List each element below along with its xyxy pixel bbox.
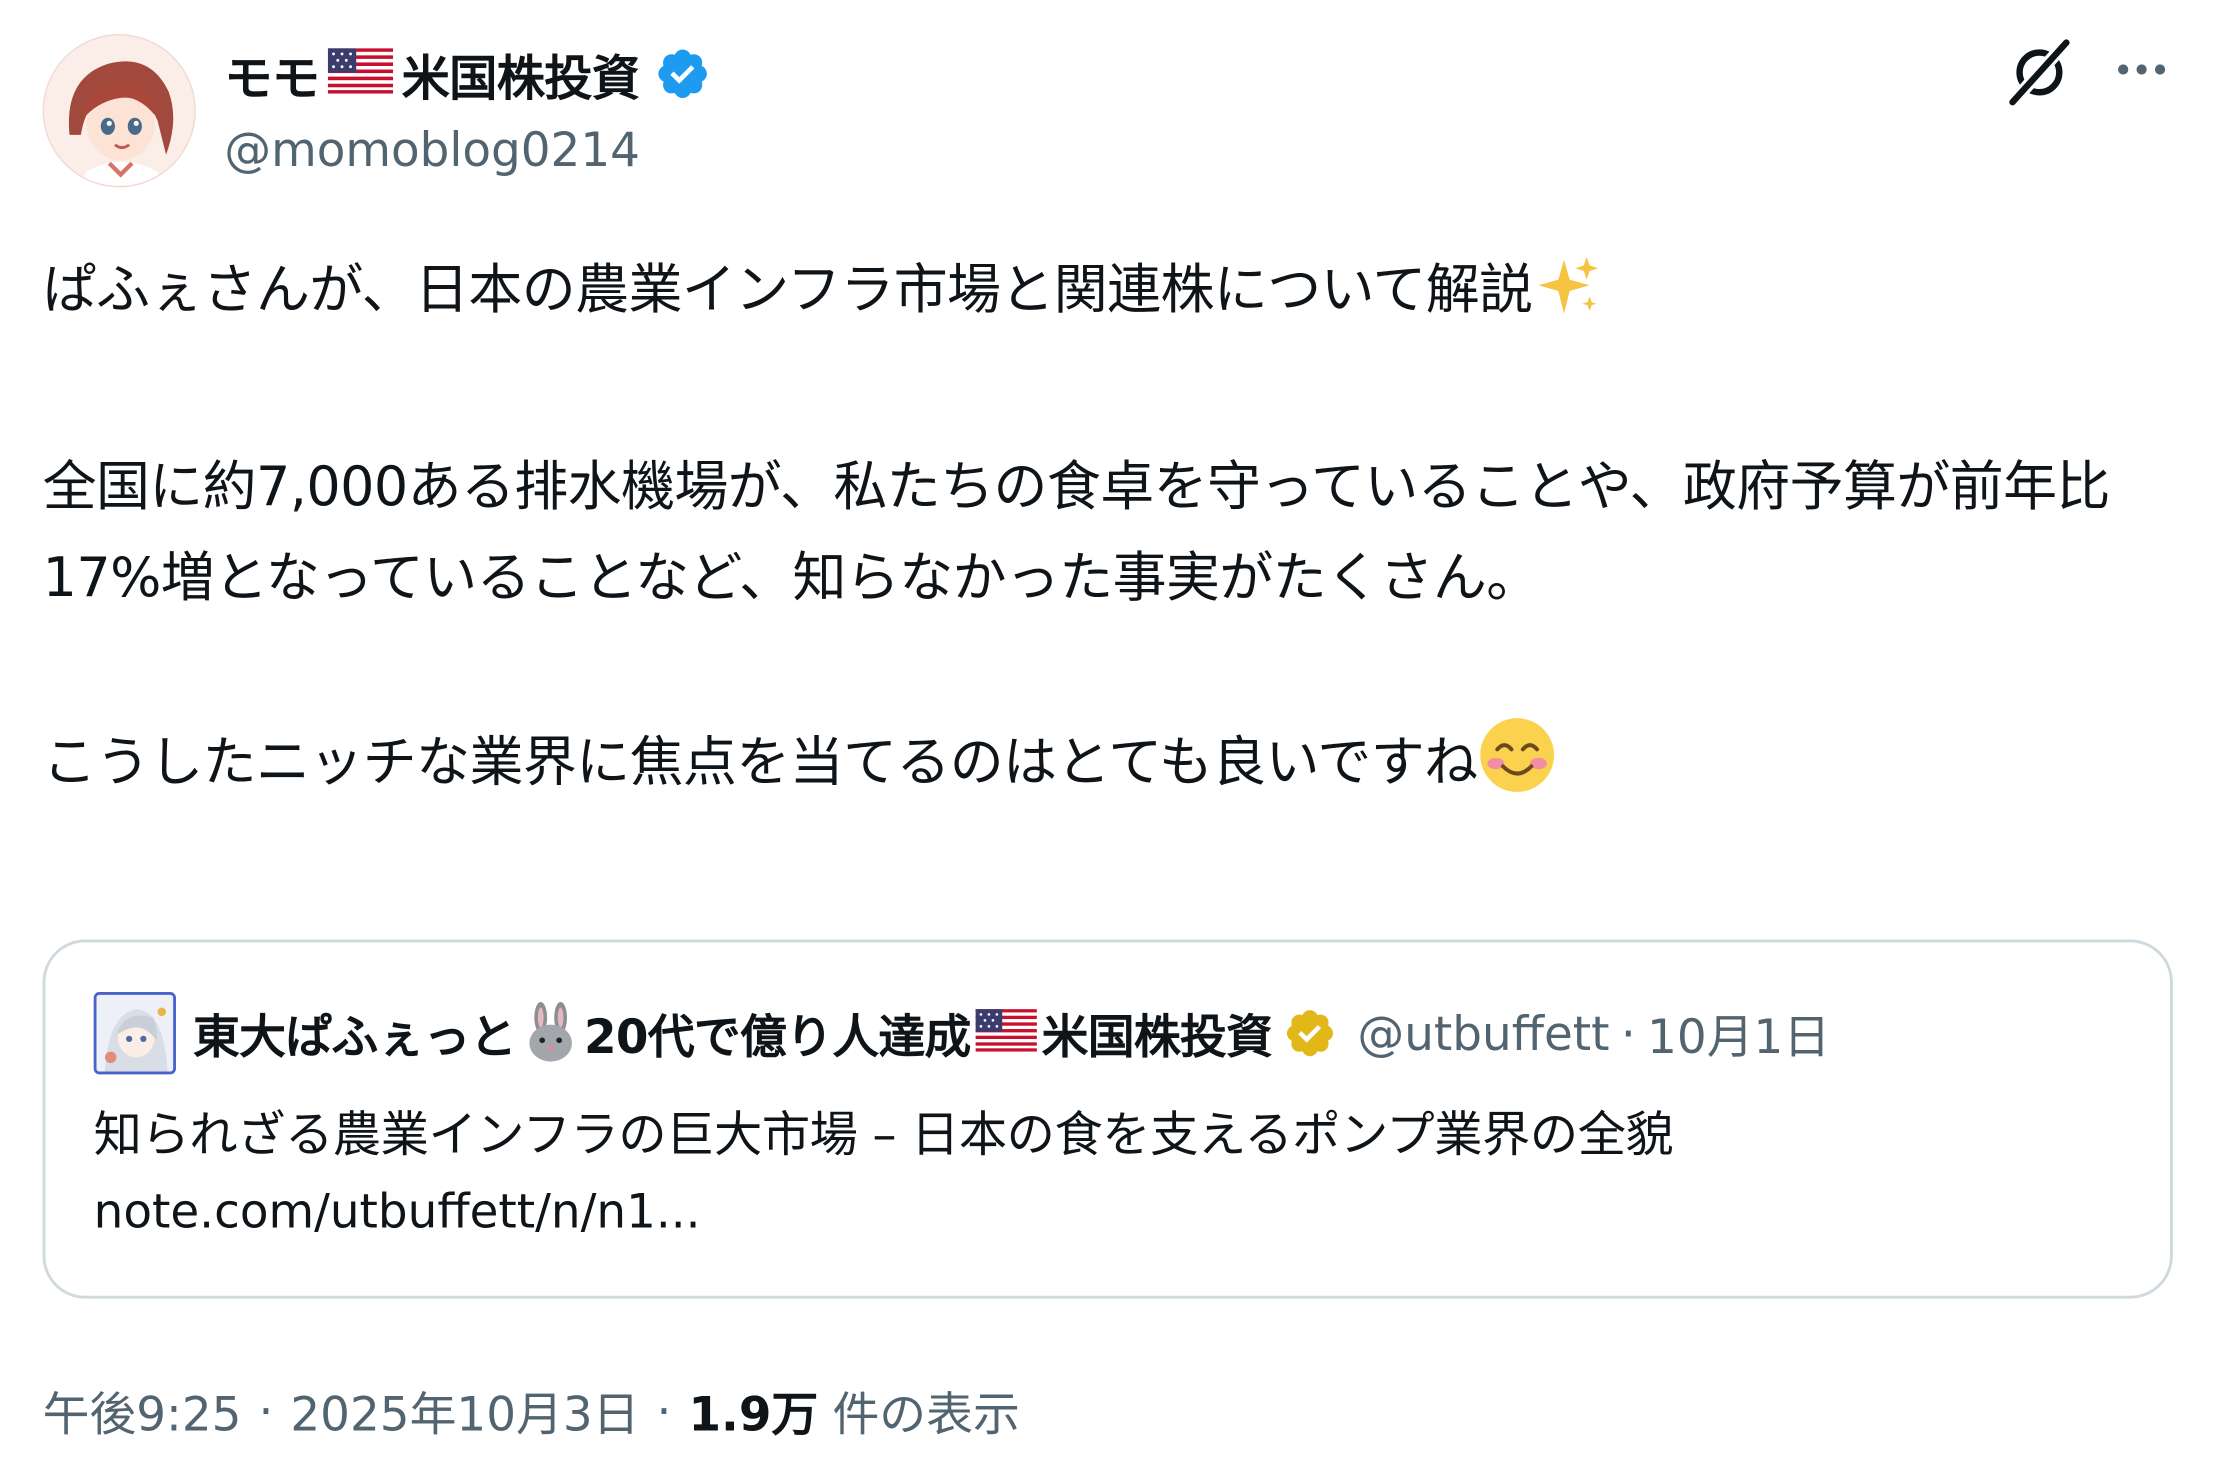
tweet-meta: 午後9:25 · 2025年10月3日 · 1.9万 件の表示 xyxy=(43,1371,1020,1450)
verified-badge-icon[interactable] xyxy=(654,45,711,102)
tweet-container: モモ 米国株投資 @momoblog0214 ぱふぇさんが、日本の農業インフラ市… xyxy=(0,0,2214,1473)
tweet-line-1: ぱふぇさんが、日本の農業インフラ市場と関連株について解説 xyxy=(43,244,2143,350)
us-flag-icon xyxy=(975,1009,1037,1057)
quote-header: 東大ぱふぇっと 20代で億り人達成 米国株投資 @utbuffett · 10月… xyxy=(93,988,1830,1079)
quoted-tweet-card[interactable]: 東大ぱふぇっと 20代で億り人達成 米国株投資 @utbuffett · 10月… xyxy=(42,939,2173,1299)
quote-author-handle: @utbuffett xyxy=(1357,1005,1610,1061)
tweet-date[interactable]: 2025年10月3日 xyxy=(290,1377,639,1445)
tweet-text: ぱふぇさんが、日本の農業インフラ市場と関連株について解説 全国に約7,000ある… xyxy=(43,244,2143,822)
quote-author-name-3: 米国株投資 xyxy=(1041,1009,1273,1065)
quote-author-name-2: 20代で億り人達成 xyxy=(584,1009,971,1065)
us-flag-icon xyxy=(327,48,394,99)
views-label: 件の表示 xyxy=(832,1386,1020,1442)
tweet-paragraph-2: 全国に約7,000ある排水機場が、私たちの食卓を守っていることや、政府予算が前年… xyxy=(42,454,2111,609)
quote-link[interactable]: note.com/utbuffett/n/n1... xyxy=(94,1184,701,1239)
quote-text-title: 知られざる農業インフラの巨大市場 – 日本の食を支えるポンプ業界の全貌 xyxy=(93,1106,1674,1164)
rabbit-emoji xyxy=(519,1001,581,1064)
author-name-row[interactable]: モモ 米国株投資 xyxy=(224,40,710,108)
grok-icon[interactable] xyxy=(2004,37,2075,108)
author-display-name: モモ xyxy=(224,50,320,108)
sparkles-emoji xyxy=(1532,251,1603,350)
tweet-time[interactable]: 午後9:25 xyxy=(43,1377,242,1445)
avatar-illustration xyxy=(44,35,195,186)
meta-separator: · xyxy=(258,1383,274,1439)
author-handle[interactable]: @momoblog0214 xyxy=(224,122,640,177)
author-avatar[interactable] xyxy=(42,34,196,188)
quote-author-name-1: 東大ぱふぇっと xyxy=(193,1009,517,1065)
meta-separator: · xyxy=(656,1383,672,1439)
author-display-name-suffix: 米国株投資 xyxy=(401,50,640,108)
gold-verified-badge-icon[interactable] xyxy=(1284,1006,1338,1060)
quote-author-avatar[interactable] xyxy=(93,992,176,1075)
more-icon[interactable] xyxy=(2109,37,2174,102)
quote-date[interactable]: 10月1日 xyxy=(1647,999,1830,1067)
smiling-face-emoji xyxy=(1477,715,1556,822)
tweet-paragraph-3: こうしたニッチな業界に焦点を当てるのはとても良いですね xyxy=(43,715,2143,822)
views-count: 1.9万 xyxy=(688,1386,819,1442)
quote-separator: · xyxy=(1620,1005,1636,1061)
